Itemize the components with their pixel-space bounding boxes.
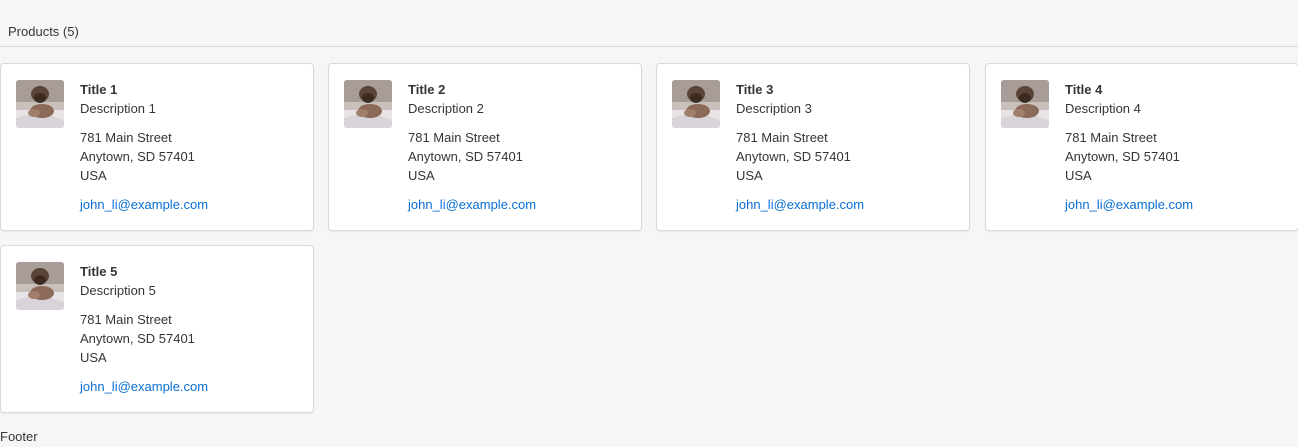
address-city: Anytown, SD 57401: [80, 331, 195, 346]
card-address: 781 Main Street Anytown, SD 57401 USA: [408, 128, 633, 185]
address-city: Anytown, SD 57401: [408, 149, 523, 164]
dog-photo-avatar: [672, 80, 720, 128]
products-header-title: Products (5): [8, 24, 79, 39]
card-address: 781 Main Street Anytown, SD 57401 USA: [736, 128, 961, 185]
card-address: 781 Main Street Anytown, SD 57401 USA: [80, 128, 305, 185]
product-card: Title 1 Description 1 781 Main Street An…: [0, 63, 314, 231]
product-card: Title 3 Description 3 781 Main Street An…: [656, 63, 970, 231]
card-description: Description 1: [80, 101, 156, 116]
address-country: USA: [1065, 168, 1092, 183]
address-city: Anytown, SD 57401: [1065, 149, 1180, 164]
product-card: Title 2 Description 2 781 Main Street An…: [328, 63, 642, 231]
address-country: USA: [80, 350, 107, 365]
card-description: Description 5: [80, 283, 156, 298]
address-city: Anytown, SD 57401: [736, 149, 851, 164]
card-description: Description 4: [1065, 101, 1141, 116]
product-card: Title 4 Description 4 781 Main Street An…: [985, 63, 1298, 231]
dog-photo-avatar: [16, 80, 64, 128]
card-address: 781 Main Street Anytown, SD 57401 USA: [80, 310, 305, 367]
card-address: 781 Main Street Anytown, SD 57401 USA: [1065, 128, 1290, 185]
card-email-link[interactable]: john_li@example.com: [408, 195, 536, 214]
address-country: USA: [408, 168, 435, 183]
card-title: Title 5: [80, 264, 118, 279]
dog-photo-avatar: [16, 262, 64, 310]
address-street: 781 Main Street: [80, 312, 172, 327]
address-city: Anytown, SD 57401: [80, 149, 195, 164]
dog-photo-avatar: [1001, 80, 1049, 128]
card-email-link[interactable]: john_li@example.com: [1065, 195, 1193, 214]
address-street: 781 Main Street: [80, 130, 172, 145]
card-title: Title 3: [736, 82, 774, 97]
card-email-link[interactable]: john_li@example.com: [80, 195, 208, 214]
page-header: Products (5): [0, 0, 1298, 47]
address-street: 781 Main Street: [736, 130, 828, 145]
card-description: Description 2: [408, 101, 484, 116]
card-title: Title 4: [1065, 82, 1103, 97]
card-email-link[interactable]: john_li@example.com: [736, 195, 864, 214]
card-title: Title 1: [80, 82, 118, 97]
page-footer: Footer: [0, 429, 38, 444]
address-country: USA: [736, 168, 763, 183]
dog-photo-avatar: [344, 80, 392, 128]
card-description: Description 3: [736, 101, 812, 116]
address-street: 781 Main Street: [408, 130, 500, 145]
card-email-link[interactable]: john_li@example.com: [80, 377, 208, 396]
address-country: USA: [80, 168, 107, 183]
product-card: Title 5 Description 5 781 Main Street An…: [0, 245, 314, 413]
card-title: Title 2: [408, 82, 446, 97]
address-street: 781 Main Street: [1065, 130, 1157, 145]
